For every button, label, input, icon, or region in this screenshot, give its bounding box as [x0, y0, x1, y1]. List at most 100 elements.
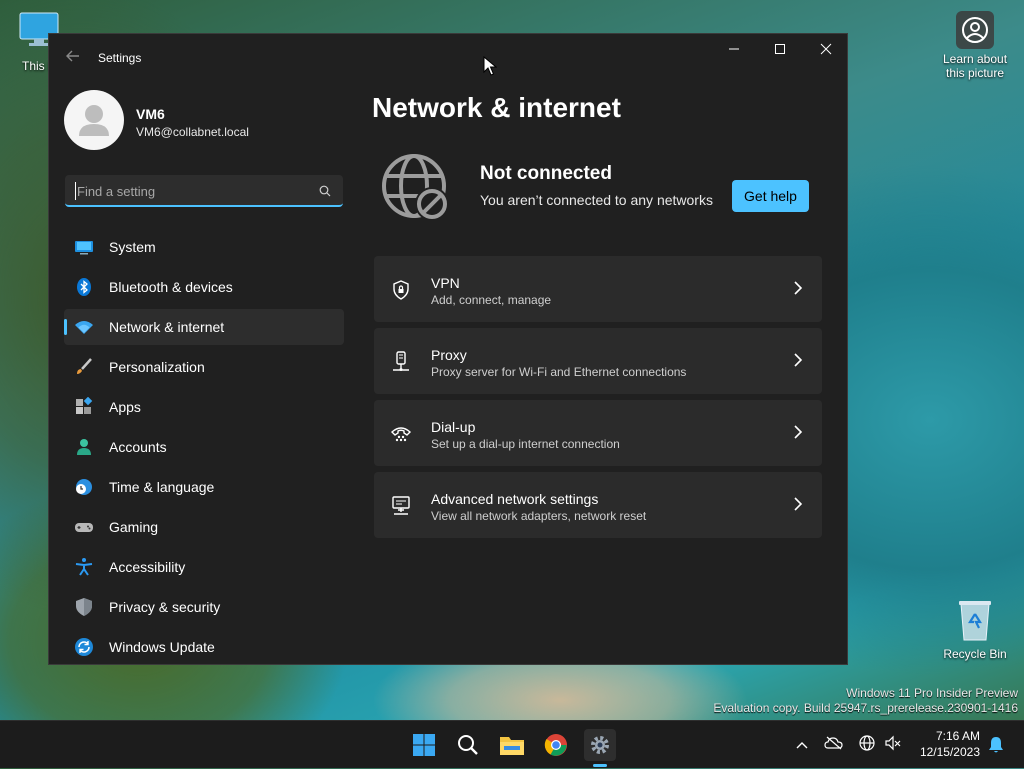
build-watermark-line1: Windows 11 Pro Insider Preview: [846, 686, 1018, 700]
camera-person-icon: [962, 17, 988, 43]
file-explorer-button[interactable]: [496, 729, 528, 761]
sidebar-item-personalization[interactable]: Personalization: [64, 349, 344, 385]
sidebar-item-time-language[interactable]: Time & language: [64, 469, 344, 505]
bluetooth-icon: [74, 277, 94, 297]
card-title: VPN: [431, 275, 460, 291]
vpn-shield-icon: [390, 279, 412, 301]
active-app-indicator: [593, 764, 607, 767]
search-box[interactable]: [65, 175, 343, 207]
connection-status-title: Not connected: [480, 163, 612, 184]
learn-about-picture-icon[interactable]: Learn about this picture: [936, 11, 1014, 80]
user-email: VM6@collabnet.local: [136, 125, 249, 139]
text-cursor: [75, 182, 76, 200]
learn-label-line2: this picture: [945, 66, 1005, 80]
recycle-bin-icon: [959, 601, 991, 641]
sidebar-item-label: Time & language: [109, 479, 215, 495]
title-bar: Settings: [49, 34, 847, 82]
avatar[interactable]: [64, 90, 124, 150]
sidebar-item-system[interactable]: System: [64, 229, 344, 265]
windows-logo-icon: [413, 734, 435, 756]
chevron-right-icon: [792, 425, 804, 444]
card-subtitle: Add, connect, manage: [431, 293, 552, 307]
sidebar-item-label: System: [109, 239, 156, 255]
sidebar-item-gaming[interactable]: Gaming: [64, 509, 344, 545]
sidebar-item-label: Gaming: [109, 519, 159, 535]
person-icon: [74, 437, 94, 457]
sidebar-item-network[interactable]: Network & internet: [64, 309, 344, 345]
settings-window: Settings VM6 VM6@collabnet.local System: [48, 33, 848, 665]
sidebar-item-windows-update[interactable]: Windows Update: [64, 629, 344, 664]
page-title: Network & internet: [372, 92, 621, 123]
window-title: Settings: [98, 51, 142, 65]
settings-taskbar-button[interactable]: [584, 729, 616, 761]
sidebar-item-label: Privacy & security: [109, 599, 221, 615]
sidebar-item-apps[interactable]: Apps: [64, 389, 344, 425]
card-title: Proxy: [431, 347, 467, 363]
card-title: Dial-up: [431, 419, 476, 435]
user-name: VM6: [136, 106, 165, 122]
gamepad-icon: [74, 517, 94, 537]
onedrive-offline-icon[interactable]: [824, 736, 844, 755]
card-subtitle: View all network adapters, network reset: [431, 509, 647, 523]
update-icon: [74, 637, 94, 657]
chrome-icon: [544, 734, 567, 756]
chevron-right-icon: [792, 353, 804, 372]
sidebar-item-accessibility[interactable]: Accessibility: [64, 549, 344, 585]
sidebar-item-label: Personalization: [109, 359, 205, 375]
card-subtitle: Proxy server for Wi-Fi and Ethernet conn…: [431, 365, 687, 379]
back-arrow-icon[interactable]: [65, 48, 81, 64]
close-button[interactable]: [803, 34, 847, 64]
sidebar-item-label: Network & internet: [109, 319, 225, 335]
sidebar-item-label: Windows Update: [109, 639, 215, 655]
vpn-card[interactable]: VPN Add, connect, manage: [374, 256, 822, 322]
taskbar: 7:16 AM 12/15/2023: [0, 720, 1024, 768]
maximize-button[interactable]: [757, 34, 803, 64]
volume-muted-icon[interactable]: [884, 734, 902, 757]
person-avatar-icon: [79, 105, 109, 136]
folder-icon: [500, 737, 524, 755]
learn-label-line1: Learn about: [942, 52, 1008, 66]
globe-clock-icon: [74, 477, 94, 497]
recycle-bin-desktop-icon[interactable]: Recycle Bin: [940, 598, 1010, 661]
system-tray: [796, 721, 902, 769]
network-globe-icon[interactable]: [858, 734, 876, 757]
sidebar-item-accounts[interactable]: Accounts: [64, 429, 344, 465]
close-icon: [820, 43, 832, 55]
taskbar-search-button[interactable]: [452, 729, 484, 761]
dialup-card[interactable]: Dial-up Set up a dial-up internet connec…: [374, 400, 822, 466]
connection-status-subtitle: You aren’t connected to any networks: [480, 192, 713, 208]
notification-bell-icon[interactable]: [987, 736, 1005, 759]
apps-icon: [74, 397, 94, 417]
globe-blocked-icon: [380, 152, 456, 228]
gear-icon: [591, 736, 609, 754]
get-help-button[interactable]: Get help: [732, 180, 809, 212]
sidebar-item-label: Apps: [109, 399, 141, 415]
sidebar-item-label: Accessibility: [109, 559, 186, 575]
wifi-icon: [74, 317, 94, 337]
minimize-button[interactable]: [711, 34, 757, 64]
search-input[interactable]: [75, 175, 319, 207]
chevron-right-icon: [792, 281, 804, 300]
sidebar-item-bluetooth[interactable]: Bluetooth & devices: [64, 269, 344, 305]
proxy-card[interactable]: Proxy Proxy server for Wi-Fi and Etherne…: [374, 328, 822, 394]
taskbar-clock[interactable]: 7:16 AM 12/15/2023: [914, 728, 980, 760]
proxy-icon: [390, 351, 412, 373]
card-title: Advanced network settings: [431, 491, 599, 507]
advanced-network-card[interactable]: Advanced network settings View all netwo…: [374, 472, 822, 538]
dialup-phone-icon: [390, 423, 412, 445]
chevron-up-icon[interactable]: [796, 736, 808, 754]
chrome-button[interactable]: [540, 729, 572, 761]
search-icon[interactable]: [319, 184, 331, 202]
sidebar-item-label: Bluetooth & devices: [109, 279, 233, 295]
start-button[interactable]: [408, 729, 440, 761]
sidebar-nav: System Bluetooth & devices Network & int…: [64, 229, 344, 664]
card-subtitle: Set up a dial-up internet connection: [431, 437, 620, 451]
accessibility-icon: [74, 557, 94, 577]
monitor-icon: [74, 237, 94, 257]
sidebar-item-label: Accounts: [109, 439, 167, 455]
clock-time: 7:16 AM: [935, 729, 980, 743]
network-adapter-icon: [390, 495, 412, 517]
brush-icon: [74, 357, 94, 377]
clock-date: 12/15/2023: [919, 745, 980, 759]
sidebar-item-privacy[interactable]: Privacy & security: [64, 589, 344, 625]
